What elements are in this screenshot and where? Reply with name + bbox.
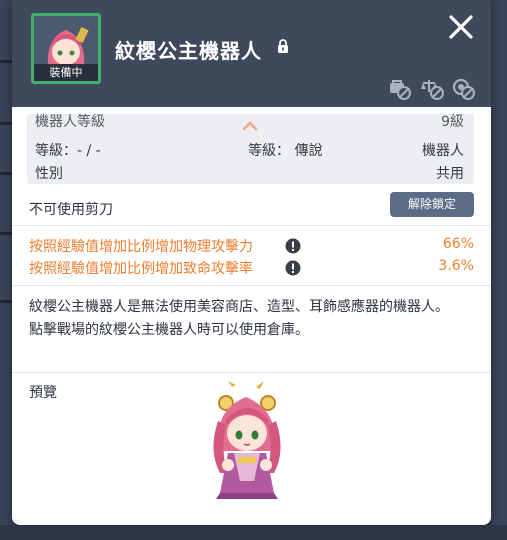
equipped-badge: 裝備中 [34,64,98,81]
divider [12,285,491,286]
stat-gender-label: 性別 [35,166,63,182]
stat-gender-value: 共用 [436,166,464,182]
bonus-label-critical-rate: 按照經驗值增加比例增加致命攻擊率 [29,261,253,277]
info-icon[interactable] [285,260,301,276]
close-icon[interactable] [444,10,478,44]
trade-block-icon [390,80,411,100]
item-header: 裝備中 紋櫻公主機器人 [12,0,491,107]
bonus-value-critical-rate: 3.6% [438,258,474,274]
divider [12,372,491,373]
stat-robot-level-value: 9級 [441,114,464,130]
background-bottom [0,525,507,540]
robot-preview-image [213,381,281,499]
unlock-button[interactable]: 解除鎖定 [390,192,474,217]
scissors-status: 不可使用剪刀 [29,202,113,218]
item-title: 紋櫻公主機器人 [115,39,262,63]
divider [12,225,491,226]
description-line: 紋櫻公主機器人是無法使用美容商店、造型、耳飾感應器的機器人。 [29,299,449,315]
description-line: 點擊戰場的紋櫻公主機器人時可以使用倉庫。 [29,322,309,338]
chevron-up-icon[interactable] [241,119,259,131]
info-icon[interactable] [285,238,301,254]
item-avatar: 裝備中 [31,13,101,84]
stat-rarity: 等級： 傳說 [248,143,323,159]
item-description: 紋櫻公主機器人是無法使用美容商店、造型、耳飾感應器的機器人。 點擊戰場的紋櫻公主… [29,296,477,342]
background-panel-right [491,0,507,540]
scale-block-icon [421,80,444,100]
recycle-block-icon [452,78,475,100]
preview-label: 預覽 [29,385,57,401]
stat-type: 機器人 [422,143,464,159]
bonus-label-physical-attack: 按照經驗值增加比例增加物理攻擊力 [29,239,253,255]
stat-robot-level-label: 機器人等級 [35,114,105,130]
item-tooltip-card: 裝備中 紋櫻公主機器人 機器人等級 9級 等級：- / - 等級： 傳說 機器人… [12,0,491,525]
bonus-value-physical-attack: 66% [442,236,474,252]
lock-icon [278,39,288,53]
stat-grade: 等級：- / - [35,143,101,159]
